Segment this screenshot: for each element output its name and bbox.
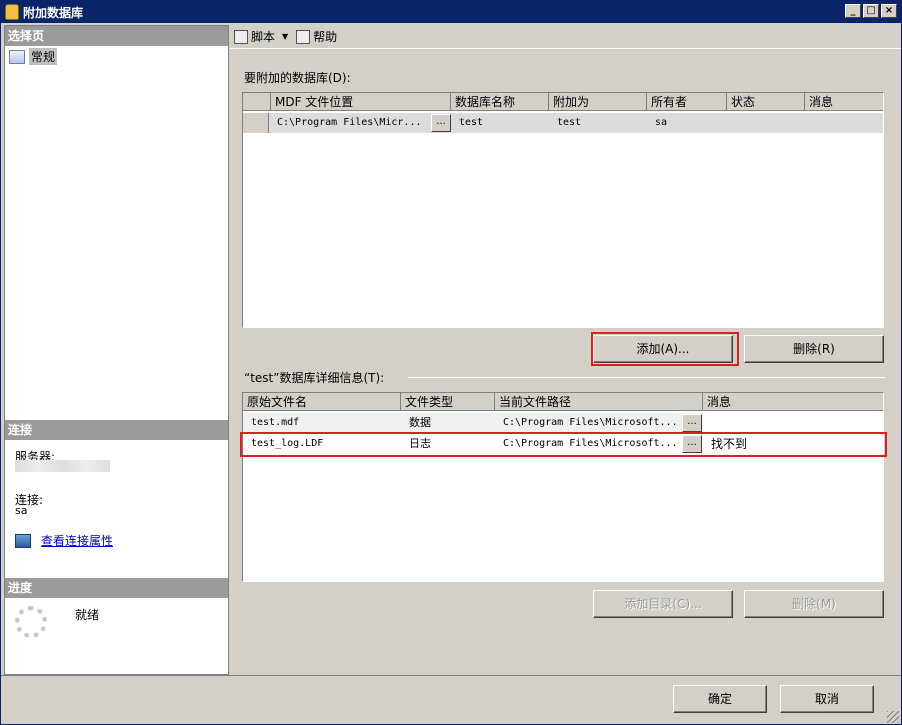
connection-value: sa: [15, 504, 28, 517]
view-connection-properties-link[interactable]: 查看连接属性: [41, 532, 113, 549]
resize-grip-icon[interactable]: [887, 711, 899, 723]
browse-path-button[interactable]: ...: [682, 414, 702, 432]
connection-properties-icon: [15, 533, 31, 548]
column-header-message[interactable]: 消息: [805, 93, 883, 111]
help-button[interactable]: 帮助: [296, 28, 337, 45]
column-header-file-type[interactable]: 文件类型: [401, 393, 495, 411]
window-controls: _ □ ×: [845, 4, 897, 18]
database-details-label: “test”数据库详细信息(T):: [244, 371, 385, 385]
remove-database-button[interactable]: 删除(R): [744, 335, 884, 363]
view-connection-properties[interactable]: 查看连接属性: [15, 532, 113, 549]
column-header-current-path[interactable]: 当前文件路径: [495, 393, 703, 411]
title-bar[interactable]: 附加数据库 _ □ ×: [1, 1, 901, 23]
file-type-cell: 数据: [409, 416, 431, 429]
right-pane: 脚本 ▼ 帮助 要附加的数据库(D): MDF 文件位置 数据库名称 附加为 所…: [230, 25, 901, 675]
column-header-original-file[interactable]: 原始文件名: [243, 393, 401, 411]
help-label: 帮助: [313, 30, 338, 44]
dialog-footer: 确定 取消: [1, 675, 901, 725]
highlight-missing-log-row: [240, 432, 887, 457]
script-menu-button[interactable]: 脚本 ▼: [234, 28, 288, 45]
add-catalog-button[interactable]: 添加目录(C)...: [593, 590, 733, 618]
script-icon: [234, 29, 248, 44]
attach-database-window: 附加数据库 _ □ × 选择页 常规 连接 服务器: 连接: sa 查看连接属性…: [0, 0, 902, 725]
window-title: 附加数据库: [23, 5, 84, 20]
column-header-mdf[interactable]: MDF 文件位置: [271, 93, 451, 111]
page-item-general[interactable]: 常规: [9, 48, 58, 65]
attach-databases-label: 要附加的数据库(D):: [244, 71, 351, 85]
column-header-detail-message[interactable]: 消息: [703, 393, 883, 411]
toolbar: 脚本 ▼ 帮助: [230, 25, 901, 49]
select-page-header: 选择页: [5, 26, 228, 46]
left-pane: 选择页 常规 连接 服务器: 连接: sa 查看连接属性 进度 就绪: [4, 25, 229, 675]
row-header-column: [243, 93, 271, 111]
progress-spinner-icon: [15, 606, 47, 638]
close-button[interactable]: ×: [881, 4, 897, 18]
database-details-grid[interactable]: 原始文件名 文件类型 当前文件路径 消息 test.mdf 数据 C:\Prog…: [242, 392, 884, 582]
mdf-location-cell: C:\Program Files\Micr...: [277, 117, 422, 128]
attach-as-cell[interactable]: test: [551, 113, 581, 133]
column-header-status[interactable]: 状态: [727, 93, 805, 111]
row-selector[interactable]: [243, 113, 269, 133]
page-item-label: 常规: [29, 48, 58, 65]
owner-cell[interactable]: sa: [649, 113, 667, 133]
minimize-button[interactable]: _: [845, 4, 861, 18]
db-name-cell: test: [459, 117, 484, 128]
chevron-down-icon: ▼: [282, 32, 289, 41]
browse-mdf-button[interactable]: ...: [431, 114, 451, 132]
details-separator: [408, 377, 885, 378]
maximize-button[interactable]: □: [863, 4, 879, 18]
remove-file-button[interactable]: 删除(M): [744, 590, 884, 618]
script-label: 脚本: [251, 30, 276, 44]
progress-header: 进度: [5, 578, 228, 598]
current-path-cell: C:\Program Files\Microsoft...: [503, 417, 678, 428]
progress-status: 就绪: [75, 608, 100, 622]
column-header-attach-as[interactable]: 附加为: [549, 93, 647, 111]
ok-button[interactable]: 确定: [673, 685, 767, 713]
attach-databases-grid[interactable]: MDF 文件位置 数据库名称 附加为 所有者 状态 消息 C:\Program …: [242, 92, 884, 328]
highlight-add-button: [591, 332, 739, 366]
database-icon: [5, 4, 19, 20]
original-file-cell: test.mdf: [251, 417, 300, 428]
column-header-db-name[interactable]: 数据库名称: [451, 93, 549, 111]
connection-header: 连接: [5, 420, 228, 440]
column-header-owner[interactable]: 所有者: [647, 93, 727, 111]
cancel-button[interactable]: 取消: [780, 685, 874, 713]
server-value-redacted: [15, 460, 110, 472]
general-page-icon: [9, 49, 25, 64]
progress-row: 就绪: [15, 606, 99, 638]
help-icon: [296, 29, 311, 44]
